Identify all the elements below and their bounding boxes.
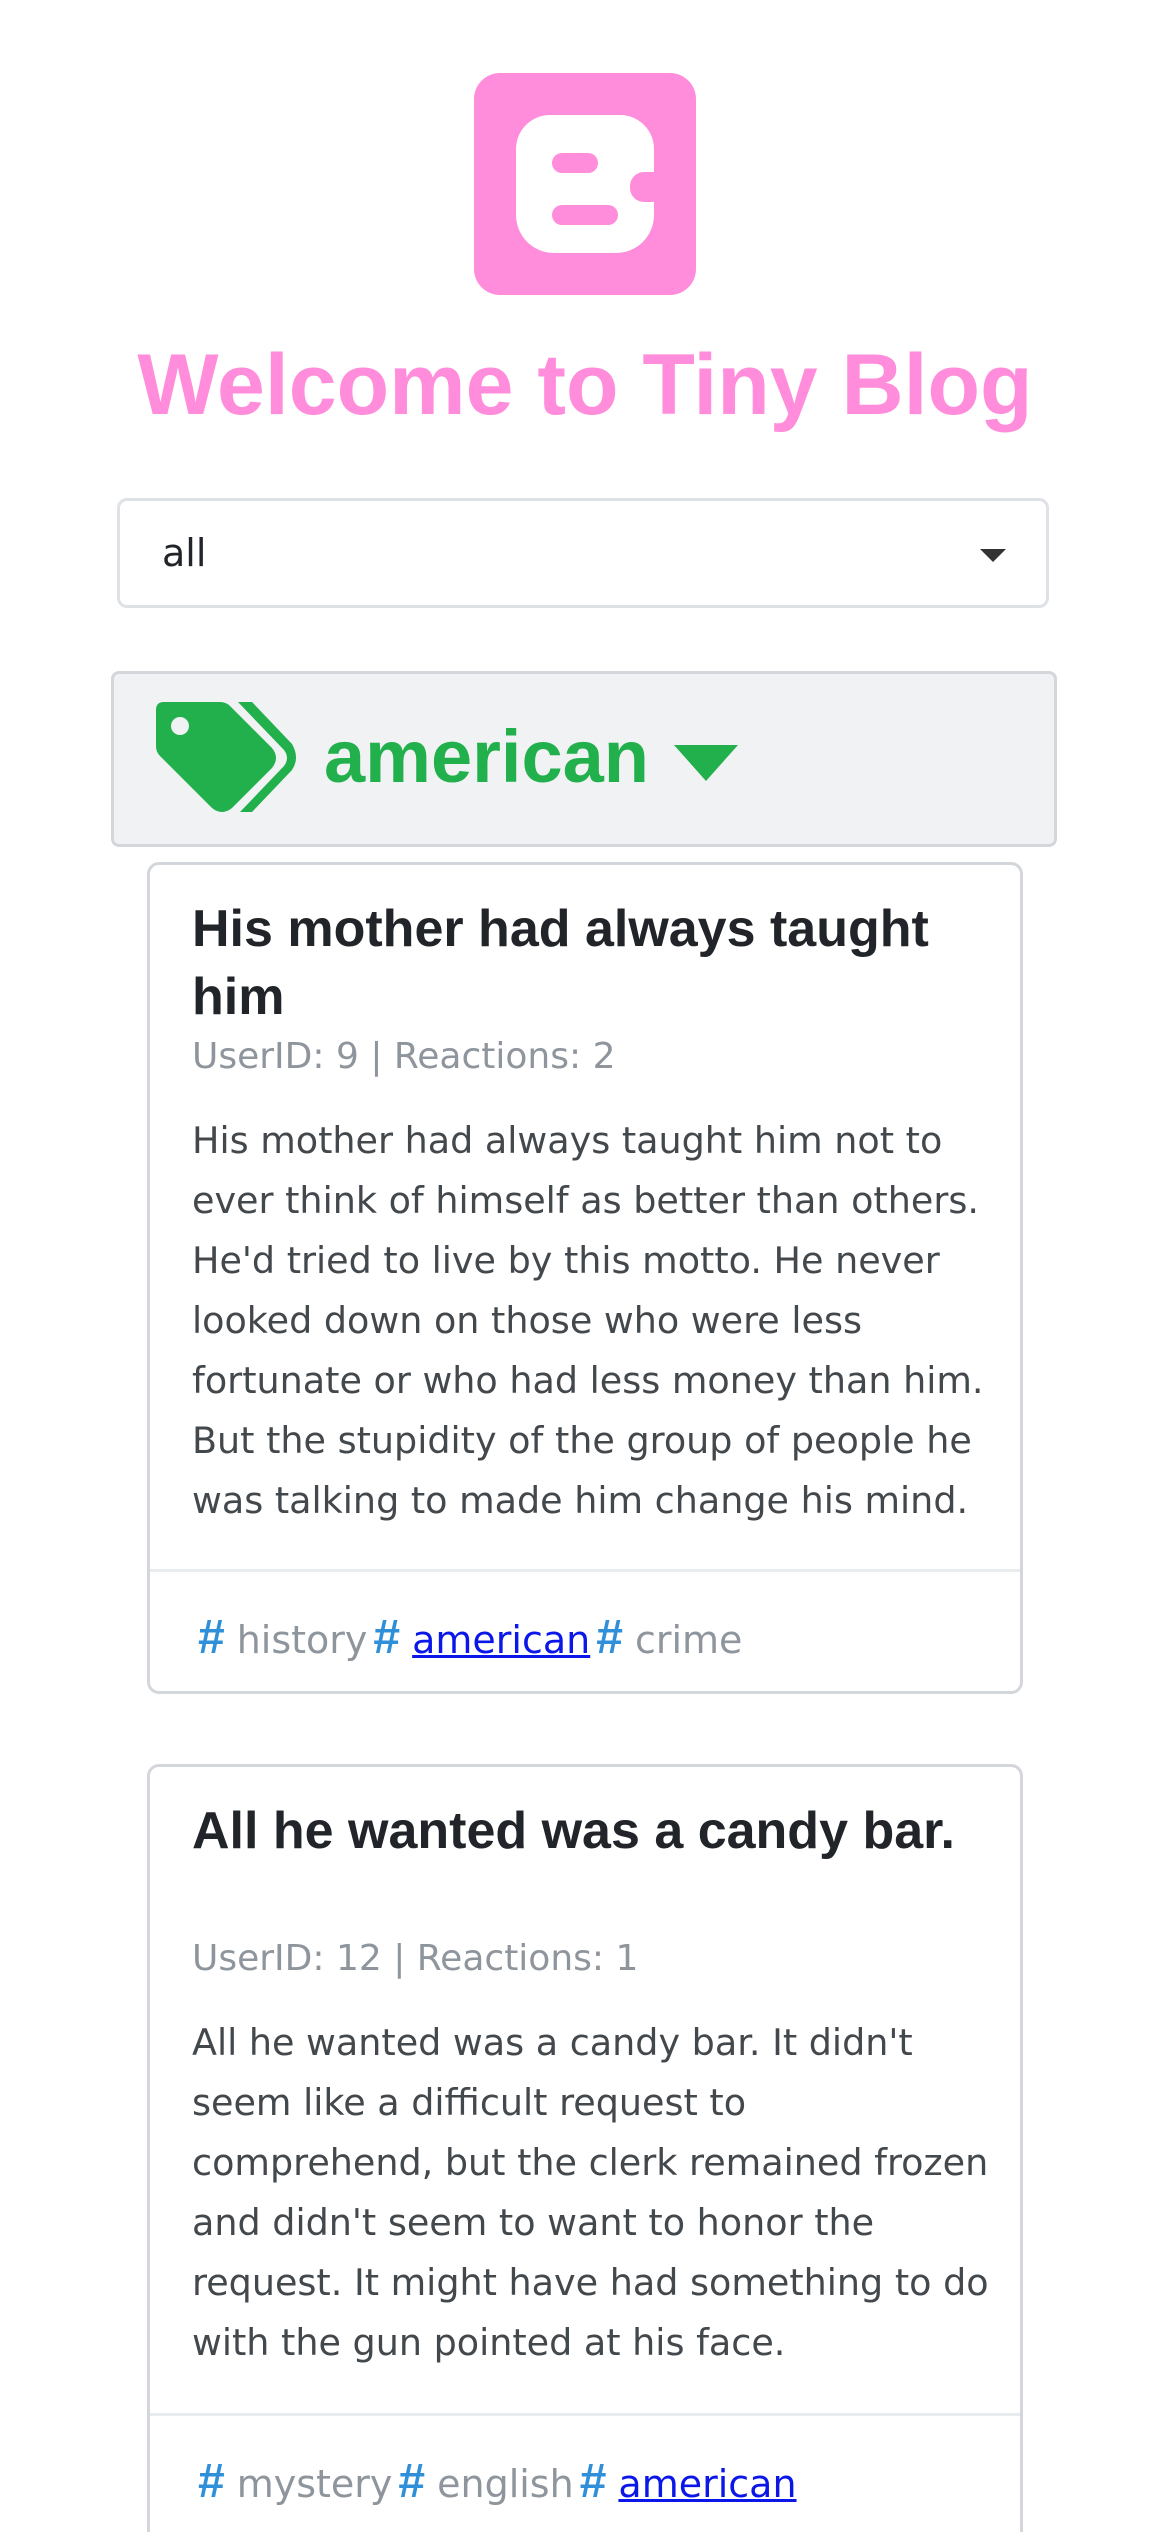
- chevron-down-icon: [980, 549, 1006, 562]
- hashtag-icon: #: [198, 2455, 225, 2508]
- hashtag-icon: #: [198, 1611, 225, 1664]
- hashtag-icon: #: [398, 2455, 426, 2508]
- caret-down-icon[interactable]: [674, 745, 738, 781]
- tag-link[interactable]: crime: [635, 1618, 742, 1662]
- hashtag-icon: #: [373, 1611, 401, 1664]
- page-title: Welcome to Tiny Blog: [137, 337, 1033, 433]
- post-title: All he wanted was a candy bar.: [192, 1802, 955, 1860]
- hashtag-icon: #: [579, 2455, 607, 2508]
- tag-link[interactable]: mystery: [237, 2462, 393, 2506]
- post-body: His mother had always taught him not to …: [192, 1119, 984, 1522]
- blogger-logo-icon: [474, 73, 696, 295]
- post-tags-footer: # mystery # english # american: [150, 2413, 1020, 2532]
- tag-link[interactable]: english: [437, 2462, 574, 2506]
- hashtag-icon: #: [596, 1611, 623, 1664]
- post-meta: UserID: 12 | Reactions: 1: [192, 1938, 639, 1979]
- post-card: All he wanted was a candy bar. UserID: 1…: [147, 1764, 1023, 2532]
- post-card: His mother had always taught him UserID:…: [147, 862, 1023, 1694]
- post-tags: # history # american # crime: [194, 1610, 744, 1665]
- post-title: His mother had always taught him: [192, 900, 929, 1026]
- tag-section-label: american: [324, 715, 649, 798]
- post-tags-footer: # history # american # crime: [150, 1569, 1020, 1694]
- tag-filter-value: all: [162, 531, 207, 575]
- tags-icon: [156, 702, 296, 812]
- tag-link-active[interactable]: american: [412, 1618, 590, 1662]
- tag-section-header[interactable]: american: [111, 671, 1057, 847]
- tag-filter-select[interactable]: all: [117, 498, 1049, 608]
- post-tags: # mystery # english # american: [194, 2454, 799, 2509]
- post-meta: UserID: 9 | Reactions: 2: [192, 1036, 616, 1077]
- tag-link-active[interactable]: american: [618, 2462, 796, 2506]
- post-body: All he wanted was a candy bar. It didn't…: [192, 2021, 989, 2364]
- tag-link[interactable]: history: [237, 1618, 368, 1662]
